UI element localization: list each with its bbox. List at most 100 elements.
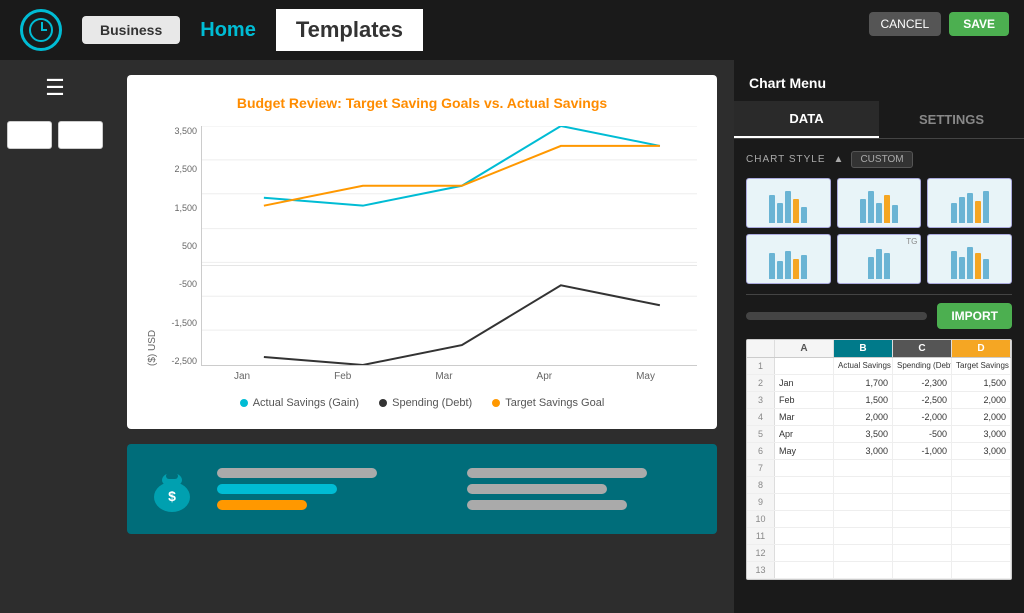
- ss-cell-6b[interactable]: 3,000: [834, 443, 893, 459]
- ss-cell-7b[interactable]: [834, 460, 893, 476]
- ss-row-3: 3 Feb 1,500 -2,500 2,000: [747, 392, 1011, 409]
- content-area: Budget Review: Target Saving Goals vs. A…: [110, 60, 734, 613]
- ss-rownum-7: 7: [747, 460, 775, 476]
- y-tick-2: 2,500: [163, 164, 197, 174]
- ss-col-header-d: D: [952, 340, 1011, 357]
- ss-cell-12a[interactable]: [775, 545, 834, 561]
- ss-cell-12c[interactable]: [893, 545, 952, 561]
- ss-cell-10b[interactable]: [834, 511, 893, 527]
- toolbar-btn-1[interactable]: [7, 121, 52, 149]
- chart-thumb-4[interactable]: [746, 234, 831, 284]
- import-button[interactable]: IMPORT: [937, 303, 1012, 329]
- legend-actual: Actual Savings (Gain): [240, 397, 359, 409]
- chart-style-badge[interactable]: CUSTOM: [851, 151, 912, 168]
- ss-cell-2d[interactable]: 1,500: [952, 375, 1011, 391]
- ss-cell-13c[interactable]: [893, 562, 952, 578]
- ss-cell-8b[interactable]: [834, 477, 893, 493]
- ss-cell-13b[interactable]: [834, 562, 893, 578]
- legend-label-spending: Spending (Debt): [392, 397, 472, 409]
- ss-cell-4b[interactable]: 2,000: [834, 409, 893, 425]
- chart-thumb-1[interactable]: [746, 178, 831, 228]
- ss-cell-7a[interactable]: [775, 460, 834, 476]
- business-button[interactable]: Business: [82, 16, 180, 44]
- chart-legend: Actual Savings (Gain) Spending (Debt) Ta…: [147, 397, 697, 409]
- ss-cell-1c[interactable]: Spending (Debt): [893, 358, 952, 374]
- ss-cell-9c[interactable]: [893, 494, 952, 510]
- ss-cell-12b[interactable]: [834, 545, 893, 561]
- ss-cell-4a[interactable]: Mar: [775, 409, 834, 425]
- bar-line-r1: [467, 468, 647, 478]
- bar-line-3: [217, 500, 307, 510]
- ss-cell-1a[interactable]: [775, 358, 834, 374]
- ss-cell-9d[interactable]: [952, 494, 1011, 510]
- y-tick-4: 500: [163, 241, 197, 251]
- ss-cell-3d[interactable]: 2,000: [952, 392, 1011, 408]
- ss-cell-11a[interactable]: [775, 528, 834, 544]
- ss-cell-13d[interactable]: [952, 562, 1011, 578]
- ss-rownum-10: 10: [747, 511, 775, 527]
- hamburger-menu[interactable]: ☰: [45, 75, 65, 101]
- ss-cell-4c[interactable]: -2,000: [893, 409, 952, 425]
- ss-cell-3c[interactable]: -2,500: [893, 392, 952, 408]
- ss-cell-3a[interactable]: Feb: [775, 392, 834, 408]
- home-link[interactable]: Home: [200, 19, 256, 42]
- chart-thumb-2[interactable]: [837, 178, 922, 228]
- ss-cell-6d[interactable]: 3,000: [952, 443, 1011, 459]
- ss-cell-8a[interactable]: [775, 477, 834, 493]
- ss-rownum-6: 6: [747, 443, 775, 459]
- ss-cell-6c[interactable]: -1,000: [893, 443, 952, 459]
- toolbar-btn-2[interactable]: [58, 121, 103, 149]
- chart-container: Budget Review: Target Saving Goals vs. A…: [127, 75, 717, 429]
- ss-cell-6a[interactable]: May: [775, 443, 834, 459]
- ss-cell-2c[interactable]: -2,300: [893, 375, 952, 391]
- templates-link[interactable]: Templates: [276, 9, 423, 51]
- legend-target: Target Savings Goal: [492, 397, 604, 409]
- ss-rownum-1: 1: [747, 358, 775, 374]
- ss-cell-11b[interactable]: [834, 528, 893, 544]
- ss-cell-7d[interactable]: [952, 460, 1011, 476]
- chart-y-label: ($) USD: [147, 126, 158, 366]
- ss-cell-9a[interactable]: [775, 494, 834, 510]
- chart-thumb-5[interactable]: TG: [837, 234, 922, 284]
- ss-cell-12d[interactable]: [952, 545, 1011, 561]
- tab-data[interactable]: DATA: [734, 101, 879, 138]
- ss-rownum-9: 9: [747, 494, 775, 510]
- ss-cell-3b[interactable]: 1,500: [834, 392, 893, 408]
- y-tick-3: 1,500: [163, 203, 197, 213]
- cancel-button[interactable]: CANCEL: [869, 12, 942, 36]
- chart-thumb-3[interactable]: [927, 178, 1012, 228]
- svg-text:$: $: [168, 488, 176, 504]
- ss-cell-1d[interactable]: Target Savings Goal: [952, 358, 1011, 374]
- ss-cell-5c[interactable]: -500: [893, 426, 952, 442]
- ss-cell-7c[interactable]: [893, 460, 952, 476]
- ss-cell-8c[interactable]: [893, 477, 952, 493]
- spreadsheet[interactable]: A B C D 1 Actual Savings (Gain) Spending…: [746, 339, 1012, 580]
- ss-cell-10d[interactable]: [952, 511, 1011, 527]
- ss-cell-2b[interactable]: 1,700: [834, 375, 893, 391]
- x-tick-feb: Feb: [334, 371, 351, 382]
- ss-cell-10c[interactable]: [893, 511, 952, 527]
- ss-col-header-blank: [747, 340, 775, 357]
- chart-svg: [202, 126, 697, 365]
- ss-cell-13a[interactable]: [775, 562, 834, 578]
- tab-settings[interactable]: SETTINGS: [879, 101, 1024, 138]
- ss-cell-5a[interactable]: Apr: [775, 426, 834, 442]
- chart-thumb-6[interactable]: [927, 234, 1012, 284]
- ss-cell-1b[interactable]: Actual Savings (Gain): [834, 358, 893, 374]
- ss-rownum-2: 2: [747, 375, 775, 391]
- ss-cell-11d[interactable]: [952, 528, 1011, 544]
- ss-cell-2a[interactable]: Jan: [775, 375, 834, 391]
- ss-cell-8d[interactable]: [952, 477, 1011, 493]
- x-tick-jan: Jan: [234, 371, 250, 382]
- bar-line-r3: [467, 500, 627, 510]
- right-bar-lines: [467, 468, 697, 510]
- ss-cell-9b[interactable]: [834, 494, 893, 510]
- x-tick-mar: Mar: [435, 371, 452, 382]
- ss-cell-10a[interactable]: [775, 511, 834, 527]
- ss-cell-5b[interactable]: 3,500: [834, 426, 893, 442]
- ss-cell-11c[interactable]: [893, 528, 952, 544]
- ss-cell-5d[interactable]: 3,000: [952, 426, 1011, 442]
- save-button[interactable]: SAVE: [949, 12, 1009, 36]
- x-tick-apr: Apr: [537, 371, 553, 382]
- ss-cell-4d[interactable]: 2,000: [952, 409, 1011, 425]
